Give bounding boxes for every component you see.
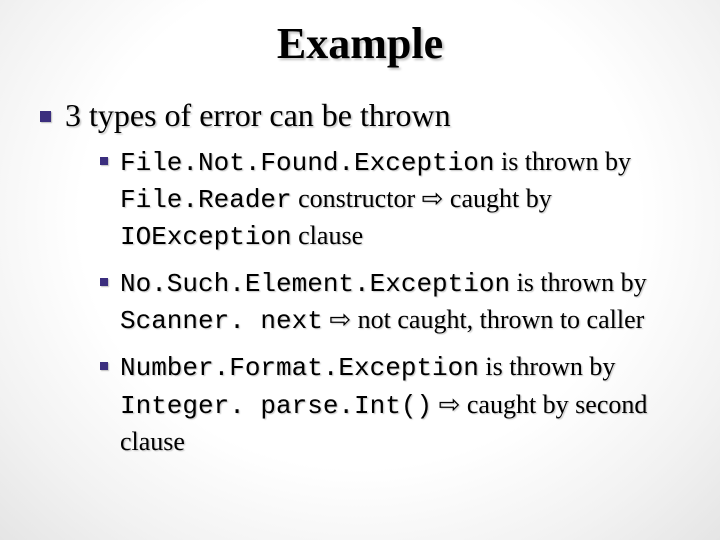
text-span: is thrown by bbox=[494, 147, 631, 176]
square-bullet-icon bbox=[100, 362, 108, 370]
bullet-level2-text: Number.Format.Exception is thrown by Int… bbox=[120, 349, 680, 458]
code-span: Number.Format.Exception bbox=[120, 353, 479, 383]
bullet-level1: 3 types of error can be thrown bbox=[40, 97, 680, 134]
bullet-level1-text: 3 types of error can be thrown bbox=[65, 97, 680, 134]
code-span: IOException bbox=[120, 222, 292, 252]
bullet-level2-text: File.Not.Found.Exception is thrown by Fi… bbox=[120, 144, 680, 255]
slide-title: Example bbox=[40, 18, 680, 69]
code-span: Integer. parse.Int() bbox=[120, 391, 432, 421]
code-span: File.Reader bbox=[120, 185, 292, 215]
bullet-level2: No.Such.Element.Exception is thrown by S… bbox=[100, 265, 680, 339]
code-span: No.Such.Element.Exception bbox=[120, 269, 510, 299]
bullet-level2: Number.Format.Exception is thrown by Int… bbox=[100, 349, 680, 458]
bullet-level2-text: No.Such.Element.Exception is thrown by S… bbox=[120, 265, 680, 339]
square-bullet-icon bbox=[100, 278, 108, 286]
text-span: is thrown by bbox=[510, 268, 647, 297]
code-span: Scanner. next bbox=[120, 306, 323, 336]
square-bullet-icon bbox=[100, 157, 108, 165]
arrow-icon: ⇨ bbox=[329, 304, 351, 334]
text-span: constructor bbox=[292, 184, 422, 213]
text-span: clause bbox=[292, 221, 363, 250]
bullet-level2: File.Not.Found.Exception is thrown by Fi… bbox=[100, 144, 680, 255]
square-bullet-icon bbox=[40, 111, 51, 122]
text-span: is thrown by bbox=[479, 352, 616, 381]
text-span: caught by bbox=[443, 184, 551, 213]
code-span: File.Not.Found.Exception bbox=[120, 148, 494, 178]
slide: Example 3 types of error can be thrown F… bbox=[0, 0, 720, 540]
text-span: not caught, thrown to caller bbox=[351, 305, 644, 334]
arrow-icon: ⇨ bbox=[439, 389, 461, 419]
arrow-icon: ⇨ bbox=[422, 183, 444, 213]
